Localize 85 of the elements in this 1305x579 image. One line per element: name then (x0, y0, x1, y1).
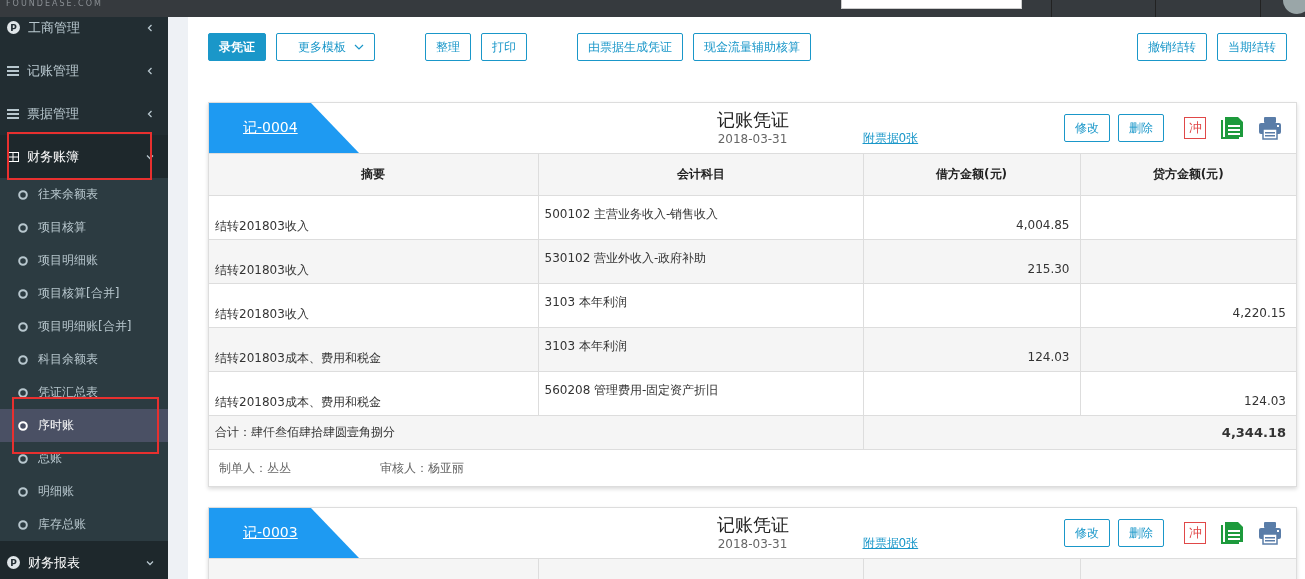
sidebar-group[interactable]: 财务账簿 (0, 135, 168, 178)
sidebar-group[interactable]: P 财务报表 (0, 541, 168, 579)
grid-icon (7, 151, 19, 162)
circle-icon (18, 288, 28, 299)
table-cell: 124.03 (863, 327, 1080, 372)
table-cell: 结转201803收入 (209, 195, 538, 240)
circle-icon (18, 420, 28, 431)
table-cell: 530102 营业外收入-政府补助 (538, 239, 863, 284)
input-field[interactable] (841, 0, 1022, 9)
sidebar-item[interactable]: 科目余额表 (0, 343, 168, 376)
circle-icon (18, 222, 28, 233)
sidebar-item[interactable]: 项目核算[合并] (0, 277, 168, 310)
sidebar-item[interactable]: 往来余额表 (0, 178, 168, 211)
voucher-action-button[interactable]: 删除 (1118, 519, 1164, 547)
reviewer-text: 审核人：杨亚丽 (380, 459, 464, 477)
document-icon[interactable] (1220, 521, 1244, 545)
toolbar-button[interactable]: 现金流量辅助核算 (693, 33, 811, 61)
table-cell: 215.30 (863, 239, 1080, 284)
sidebar-item[interactable]: 凭证汇总表 (0, 376, 168, 409)
printer-icon[interactable] (1258, 521, 1282, 545)
column-header: 会计科目 (538, 153, 863, 196)
circle-icon (18, 321, 28, 332)
reverse-entry-button[interactable]: 冲 (1184, 522, 1206, 544)
reverse-entry-button[interactable]: 冲 (1184, 117, 1206, 139)
voucher-action-button[interactable]: 修改 (1064, 519, 1110, 547)
circle-icon (18, 354, 28, 365)
preparer-text: 制单人：丛丛 (219, 459, 292, 477)
sidebar-group[interactable]: P 工商管理 (0, 17, 168, 49)
chevron-left-icon (146, 66, 154, 75)
badge-icon: P (7, 556, 20, 569)
table-cell: 结转201803成本、费用和税金 (209, 327, 538, 372)
table-cell: 3103 本年利润 (538, 283, 863, 328)
table-cell: 500102 主营业务收入-销售收入 (538, 195, 863, 240)
caret-icon (354, 44, 364, 50)
voucher-date: 2018-03-31 (717, 132, 788, 146)
toolbar-button[interactable]: 当期结转 (1217, 33, 1287, 61)
total-label: 合计：肆仟叁佰肆拾肆圆壹角捌分 (209, 415, 863, 450)
toolbar-button[interactable]: 由票据生成凭证 (577, 33, 683, 61)
record-voucher-button[interactable]: 录凭证 (208, 33, 266, 61)
sidebar-item[interactable]: 序时账 (0, 409, 168, 442)
voucher-date: 2018-03-31 (717, 537, 788, 551)
circle-icon (18, 453, 28, 464)
sidebar-item[interactable]: 项目明细账[合并] (0, 310, 168, 343)
document-icon[interactable] (1220, 116, 1244, 140)
logo-text: FOUNDEASE.COM (6, 0, 103, 8)
circle-icon (18, 189, 28, 200)
chevron-left-icon (146, 109, 154, 118)
voucher-action-button[interactable]: 删除 (1118, 114, 1164, 142)
badge-icon: P (7, 21, 20, 34)
circle-icon (18, 486, 28, 497)
chevron-down-icon (146, 152, 154, 161)
attachments-link[interactable]: 附票据0张 (862, 129, 919, 147)
table-cell: 560208 管理费用-固定资产折旧 (538, 371, 863, 416)
column-header: 摘要 (209, 153, 538, 196)
menu-icon (7, 65, 19, 76)
table-cell: 结转201803成本、费用和税金 (209, 371, 538, 416)
sidebar-group[interactable]: 票据管理 (0, 92, 168, 135)
voucher-title: 记账凭证 (716, 108, 789, 132)
circle-icon (18, 519, 28, 530)
attachments-link[interactable]: 附票据0张 (862, 534, 919, 552)
printer-icon[interactable] (1258, 116, 1282, 140)
menu-icon (7, 108, 19, 119)
table-cell: 3103 本年利润 (538, 327, 863, 372)
voucher-number-link[interactable]: 记-0003 (209, 508, 359, 558)
sidebar-item[interactable]: 明细账 (0, 475, 168, 508)
voucher-number-link[interactable]: 记-0004 (209, 103, 359, 153)
voucher-action-button[interactable]: 修改 (1064, 114, 1110, 142)
sidebar-item[interactable]: 项目明细账 (0, 244, 168, 277)
circle-icon (18, 387, 28, 398)
sidebar-item[interactable]: 库存总账 (0, 508, 168, 541)
column-header: 贷方金额(元) (1080, 153, 1296, 196)
template-dropdown[interactable]: 更多模板 (276, 33, 375, 61)
chevron-down-icon (146, 558, 154, 567)
toolbar-button[interactable]: 整理 (425, 33, 471, 61)
sidebar-item[interactable]: 项目核算 (0, 211, 168, 244)
table-cell: 结转201803收入 (209, 283, 538, 328)
table-cell: 结转201803收入 (209, 239, 538, 284)
toolbar-button[interactable]: 打印 (481, 33, 527, 61)
circle-icon (18, 255, 28, 266)
table-cell: 4,004.85 (863, 195, 1080, 240)
column-header: 借方金额(元) (863, 153, 1080, 196)
toolbar-button[interactable]: 撤销结转 (1137, 33, 1207, 61)
sidebar-group[interactable]: 记账管理 (0, 49, 168, 92)
voucher-title: 记账凭证 (716, 513, 789, 537)
chevron-left-icon (146, 23, 154, 32)
